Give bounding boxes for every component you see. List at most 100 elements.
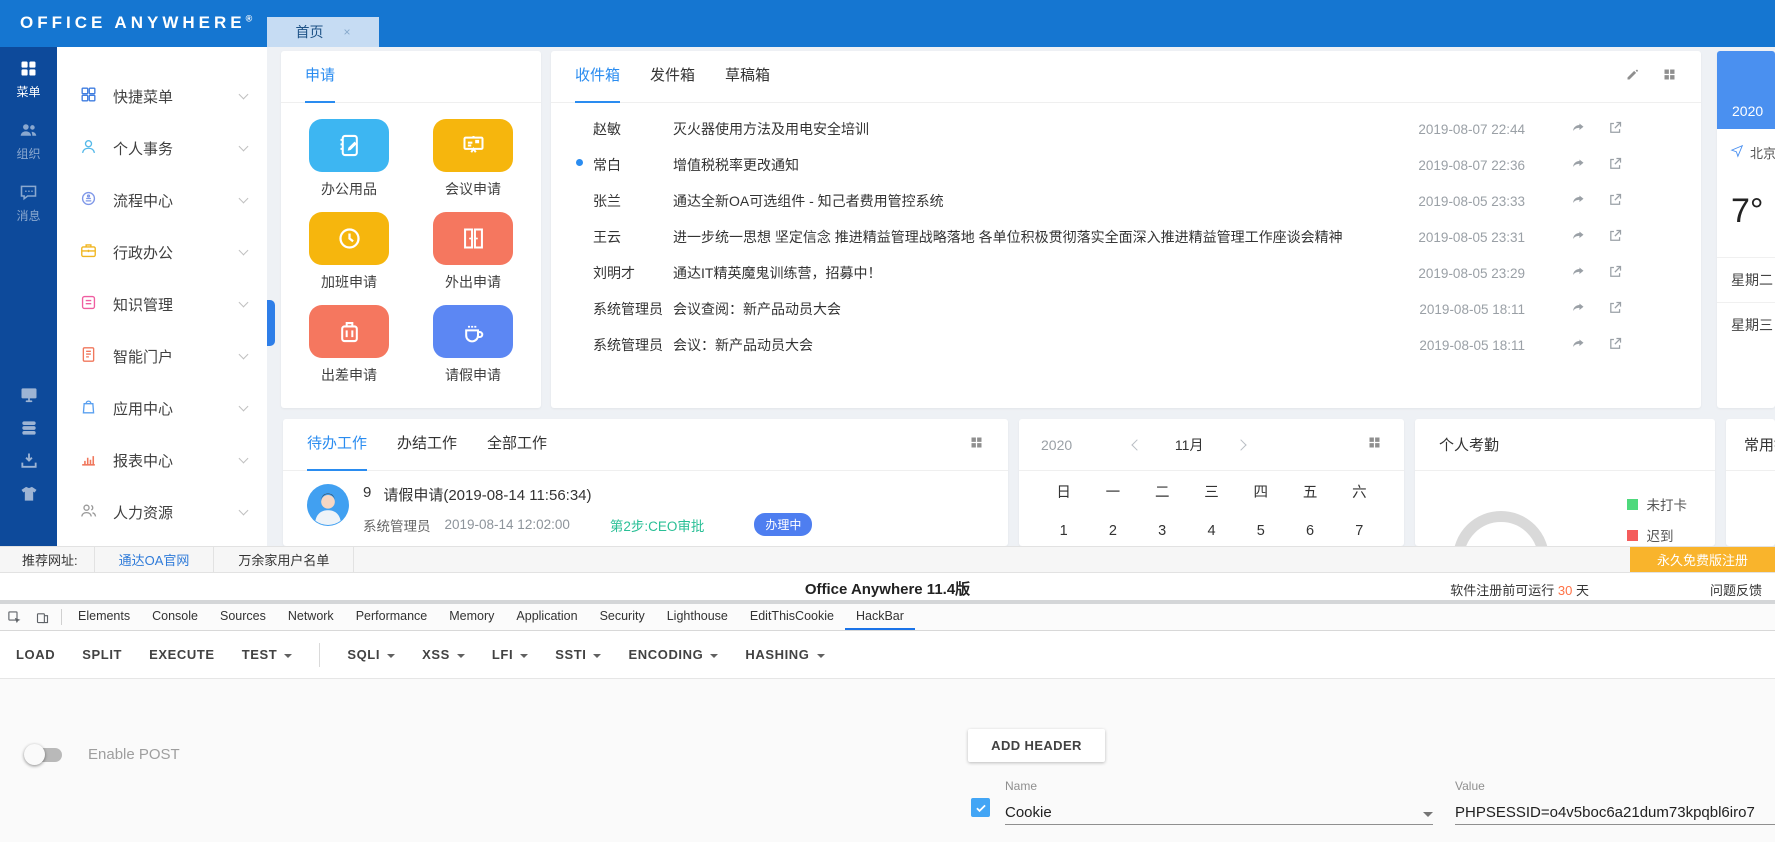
- hackbar-xss-menu[interactable]: XSS: [422, 647, 465, 662]
- hackbar-test-menu[interactable]: TEST: [242, 647, 293, 662]
- calendar-day[interactable]: 4: [1187, 509, 1236, 546]
- calendar-day[interactable]: 5: [1236, 509, 1285, 546]
- sidebar-item-workflow[interactable]: 流程中心: [57, 174, 267, 226]
- tile-office-supplies[interactable]: 办公用品: [305, 119, 393, 199]
- forward-icon[interactable]: [1571, 192, 1586, 210]
- hackbar-encoding-menu[interactable]: ENCODING: [628, 647, 718, 662]
- inspect-element-icon[interactable]: [0, 604, 28, 630]
- mail-row[interactable]: 刘明才 通达IT精英魔鬼训练营，招募中！ 2019-08-05 23:29: [551, 255, 1701, 291]
- link-tongda-official[interactable]: 通达OA官网: [94, 547, 214, 572]
- forward-icon[interactable]: [1571, 120, 1586, 138]
- devtools-tab-network[interactable]: Network: [277, 604, 345, 630]
- devtools-tab-memory[interactable]: Memory: [438, 604, 505, 630]
- tab-all-work[interactable]: 全部工作: [487, 419, 547, 471]
- tile-business-trip[interactable]: 出差申请: [305, 305, 393, 385]
- open-in-new-icon[interactable]: [1608, 192, 1623, 210]
- mail-row[interactable]: 王云 进一步统一思想 坚定信念 推进精益管理战略落地 各单位积极贯彻落实全面深入…: [551, 219, 1701, 255]
- devtools-tab-hackbar[interactable]: HackBar: [845, 604, 915, 630]
- sidebar-collapse-handle[interactable]: [267, 300, 275, 346]
- free-register-button[interactable]: 永久免费版注册: [1630, 547, 1775, 572]
- forward-icon[interactable]: [1571, 264, 1586, 282]
- link-user-list[interactable]: 万余家用户名单: [213, 547, 354, 572]
- calendar-day[interactable]: 6: [1285, 509, 1334, 546]
- download-icon[interactable]: [19, 451, 39, 471]
- mail-row[interactable]: 常白 增值税税率更改通知 2019-08-07 22:36: [551, 147, 1701, 183]
- hackbar-load-button[interactable]: LOAD: [16, 647, 55, 662]
- hackbar-lfi-menu[interactable]: LFI: [492, 647, 528, 662]
- grid-view-icon[interactable]: [969, 435, 984, 455]
- open-in-new-icon[interactable]: [1608, 228, 1623, 246]
- sidebar-item-hr[interactable]: 人力资源: [57, 486, 267, 538]
- hackbar-execute-button[interactable]: EXECUTE: [149, 647, 215, 662]
- add-header-button[interactable]: ADD HEADER: [968, 729, 1105, 762]
- header-value-field[interactable]: Value PHPSESSID=o4v5boc6a21dum73kpqbl6ir…: [1455, 779, 1775, 825]
- open-in-new-icon[interactable]: [1608, 156, 1623, 174]
- calendar-day[interactable]: 1: [1039, 509, 1088, 546]
- sidebar-item-reports[interactable]: 报表中心: [57, 434, 267, 486]
- device-toolbar-icon[interactable]: [28, 604, 56, 630]
- devtools-tab-sources[interactable]: Sources: [209, 604, 277, 630]
- rail-item-menu[interactable]: 菜单: [0, 47, 57, 109]
- devtools-tab-security[interactable]: Security: [589, 604, 656, 630]
- header-checkbox[interactable]: [971, 798, 990, 817]
- mail-row[interactable]: 系统管理员 会议查阅：新产品动员大会 2019-08-05 18:11: [551, 291, 1701, 327]
- server-icon[interactable]: [19, 418, 39, 438]
- dropdown-arrow-icon[interactable]: [1423, 812, 1433, 822]
- desktop-icon[interactable]: [19, 385, 39, 405]
- rail-item-message[interactable]: 消息: [0, 171, 57, 233]
- sidebar-item-portal[interactable]: 智能门户: [57, 330, 267, 382]
- devtools-tab-application[interactable]: Application: [505, 604, 588, 630]
- open-in-new-icon[interactable]: [1608, 300, 1623, 318]
- tab-drafts[interactable]: 草稿箱: [725, 51, 770, 103]
- sidebar-item-apps[interactable]: 应用中心: [57, 382, 267, 434]
- calendar-day[interactable]: 3: [1138, 509, 1187, 546]
- mail-row[interactable]: 赵敏 灭火器使用方法及用电安全培训 2019-08-07 22:44: [551, 111, 1701, 147]
- tab-home[interactable]: 首页 ×: [267, 17, 379, 47]
- tile-meeting[interactable]: 会议申请: [429, 119, 517, 199]
- forward-icon[interactable]: [1571, 336, 1586, 354]
- tile-leave[interactable]: 请假申请: [429, 305, 517, 385]
- devtools-tab-performance[interactable]: Performance: [345, 604, 439, 630]
- work-item[interactable]: 9请假申请(2019-08-14 11:56:34) 系统管理员 2019-08…: [283, 471, 1008, 536]
- open-in-new-icon[interactable]: [1608, 264, 1623, 282]
- hackbar-ssti-menu[interactable]: SSTI: [555, 647, 601, 662]
- forward-icon[interactable]: [1571, 228, 1586, 246]
- sidebar-item-admin[interactable]: 行政办公: [57, 226, 267, 278]
- compose-pencil-icon[interactable]: [1625, 67, 1640, 87]
- enable-post-toggle[interactable]: [26, 745, 64, 765]
- grid-view-icon[interactable]: [1367, 435, 1382, 455]
- close-icon[interactable]: ×: [343, 25, 350, 39]
- hackbar-split-button[interactable]: SPLIT: [82, 647, 122, 662]
- sidebar-item-archive[interactable]: 档案管理: [57, 538, 267, 546]
- devtools-tab-editthiscookie[interactable]: EditThisCookie: [739, 604, 845, 630]
- feedback-link[interactable]: 问题反馈: [1710, 580, 1762, 599]
- tile-going-out[interactable]: 外出申请: [429, 212, 517, 292]
- devtools-tab-lighthouse[interactable]: Lighthouse: [656, 604, 739, 630]
- devtools-tab-console[interactable]: Console: [141, 604, 209, 630]
- tab-sent[interactable]: 发件箱: [650, 51, 695, 103]
- header-name-field[interactable]: Name Cookie: [1005, 779, 1433, 825]
- tab-inbox[interactable]: 收件箱: [575, 51, 620, 103]
- tab-apply[interactable]: 申请: [305, 51, 335, 103]
- sidebar-item-quick-menu[interactable]: 快捷菜单: [57, 70, 267, 122]
- calendar-day[interactable]: 2: [1088, 509, 1137, 546]
- open-in-new-icon[interactable]: [1608, 336, 1623, 354]
- forward-icon[interactable]: [1571, 156, 1586, 174]
- prev-month-icon[interactable]: [1131, 439, 1142, 450]
- sidebar-item-personal[interactable]: 个人事务: [57, 122, 267, 174]
- tile-overtime[interactable]: 加班申请: [305, 212, 393, 292]
- rail-item-org[interactable]: 组织: [0, 109, 57, 171]
- devtools-tab-elements[interactable]: Elements: [67, 604, 141, 630]
- hackbar-sqli-menu[interactable]: SQLI: [347, 647, 395, 662]
- tab-pending-work[interactable]: 待办工作: [307, 419, 367, 471]
- forward-icon[interactable]: [1571, 300, 1586, 318]
- theme-shirt-icon[interactable]: [19, 484, 39, 504]
- open-in-new-icon[interactable]: [1608, 120, 1623, 138]
- hackbar-hashing-menu[interactable]: HASHING: [745, 647, 824, 662]
- mail-row[interactable]: 系统管理员 会议：新产品动员大会 2019-08-05 18:11: [551, 327, 1701, 363]
- calendar-day[interactable]: 7: [1335, 509, 1384, 546]
- next-month-icon[interactable]: [1236, 439, 1247, 450]
- tab-finished-work[interactable]: 办结工作: [397, 419, 457, 471]
- grid-view-icon[interactable]: [1662, 67, 1677, 87]
- sidebar-item-knowledge[interactable]: 知识管理: [57, 278, 267, 330]
